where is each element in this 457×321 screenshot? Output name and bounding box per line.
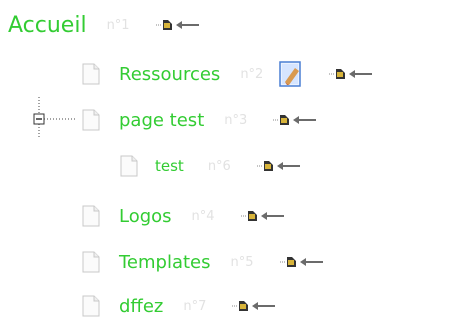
tree-node-label-ressources[interactable]: Ressources (119, 64, 220, 85)
page-number: n°1 (106, 17, 130, 33)
page-move-left-arrow-icon[interactable] (256, 158, 311, 174)
tree-node-accueil: Accueil n°1 (8, 8, 210, 42)
page-number: n°4 (191, 208, 215, 224)
page-move-left-arrow-icon[interactable] (155, 17, 210, 33)
tree-node-page-test: page test n°3 (80, 106, 327, 134)
tree-node-test: test n°6 (118, 152, 311, 180)
tree-node-label-test[interactable]: test (155, 157, 184, 175)
tree-node-ressources: Ressources n°2 (80, 60, 383, 88)
page-number: n°2 (240, 66, 264, 82)
page-move-left-arrow-icon[interactable] (279, 254, 334, 270)
edit-pencil-icon[interactable] (279, 60, 303, 88)
page-icon (80, 251, 102, 273)
page-number: n°3 (224, 112, 248, 128)
tree-node-dffez: dffez n°7 (80, 292, 286, 320)
tree-node-label-templates[interactable]: Templates (119, 252, 211, 273)
page-number: n°6 (207, 158, 231, 174)
tree-node-label-accueil[interactable]: Accueil (8, 13, 87, 38)
collapse-minus-icon[interactable] (31, 97, 77, 137)
tree-node-label-logos[interactable]: Logos (119, 206, 172, 227)
tree-node-logos: Logos n°4 (80, 202, 295, 230)
page-move-left-arrow-icon[interactable] (232, 298, 286, 314)
page-number: n°5 (230, 254, 254, 270)
tree-node-label-dffez[interactable]: dffez (119, 296, 163, 317)
page-icon (118, 155, 140, 177)
tree-node-label-page-test[interactable]: page test (119, 110, 204, 131)
tree-node-templates: Templates n°5 (80, 248, 334, 276)
page-icon (80, 109, 102, 131)
page-icon (80, 63, 102, 85)
page-icon (80, 295, 102, 317)
page-icon (80, 205, 102, 227)
page-move-left-arrow-icon[interactable] (273, 112, 327, 128)
page-number: n°7 (183, 298, 207, 314)
page-tree: Accueil n°1 Ressources n°2 page test n°3… (0, 0, 457, 320)
page-move-left-arrow-icon[interactable] (240, 208, 295, 224)
page-move-left-arrow-icon[interactable] (329, 66, 383, 82)
